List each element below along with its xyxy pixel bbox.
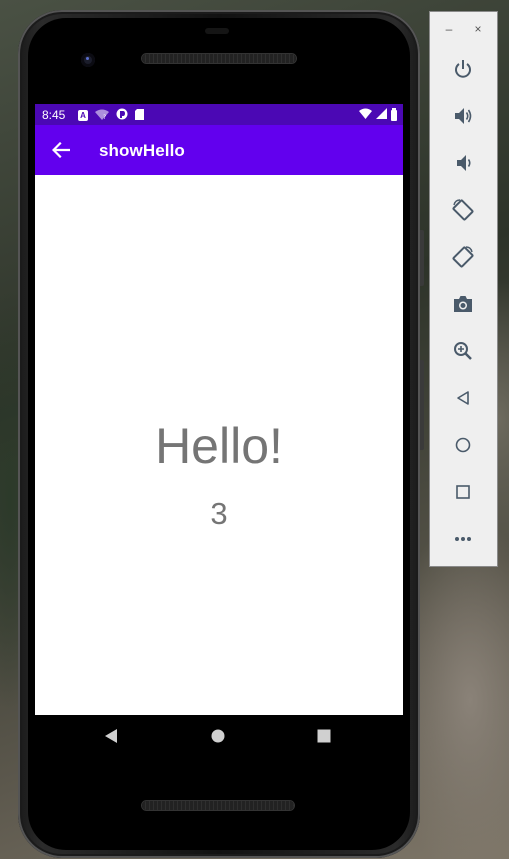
- sd-card-icon: [135, 108, 144, 123]
- a-notification-icon: A: [78, 110, 88, 121]
- earpiece-speaker: [142, 54, 296, 63]
- volume-side-button: [420, 360, 424, 450]
- svg-text:?: ?: [103, 114, 106, 120]
- more-icon[interactable]: [450, 526, 476, 552]
- back-triangle-icon[interactable]: [102, 727, 120, 745]
- signal-icon: [376, 108, 387, 122]
- power-side-button: [420, 230, 424, 286]
- status-system-icons: [359, 107, 397, 122]
- volume-down-icon[interactable]: [450, 150, 476, 176]
- status-bar: 8:45 A ?: [35, 104, 403, 125]
- front-camera: [81, 53, 95, 67]
- rotate-left-icon[interactable]: [450, 197, 476, 223]
- power-icon[interactable]: [450, 56, 476, 82]
- status-notification-icons: A ?: [78, 108, 144, 123]
- home-icon[interactable]: [450, 432, 476, 458]
- camera-icon[interactable]: [450, 291, 476, 317]
- volume-up-icon[interactable]: [450, 103, 476, 129]
- battery-icon: [391, 107, 397, 121]
- arrow-back-icon[interactable]: [49, 138, 73, 162]
- circle-notification-icon: [116, 108, 128, 123]
- minimize-button[interactable]: –: [442, 22, 456, 36]
- wifi-icon: [359, 108, 372, 122]
- navigation-bar: [35, 715, 403, 757]
- bottom-speaker: [142, 801, 294, 810]
- home-circle-icon[interactable]: [209, 727, 227, 745]
- app-bar: showHello: [35, 125, 403, 175]
- status-time: 8:45: [42, 108, 66, 122]
- device-screen: 8:45 A ? showHello Hello! 3: [35, 104, 403, 715]
- close-button[interactable]: ×: [471, 22, 485, 36]
- overview-icon[interactable]: [450, 479, 476, 505]
- zoom-icon[interactable]: [450, 338, 476, 364]
- app-title: showHello: [99, 141, 185, 160]
- hello-text: Hello!: [155, 418, 283, 474]
- recents-square-icon[interactable]: [315, 727, 333, 745]
- top-mic: [205, 28, 229, 34]
- emulator-toolbar: – ×: [429, 11, 498, 567]
- back-icon[interactable]: [450, 385, 476, 411]
- wifi-question-icon: ?: [95, 109, 109, 123]
- rotate-right-icon[interactable]: [450, 244, 476, 270]
- count-text: 3: [210, 496, 228, 531]
